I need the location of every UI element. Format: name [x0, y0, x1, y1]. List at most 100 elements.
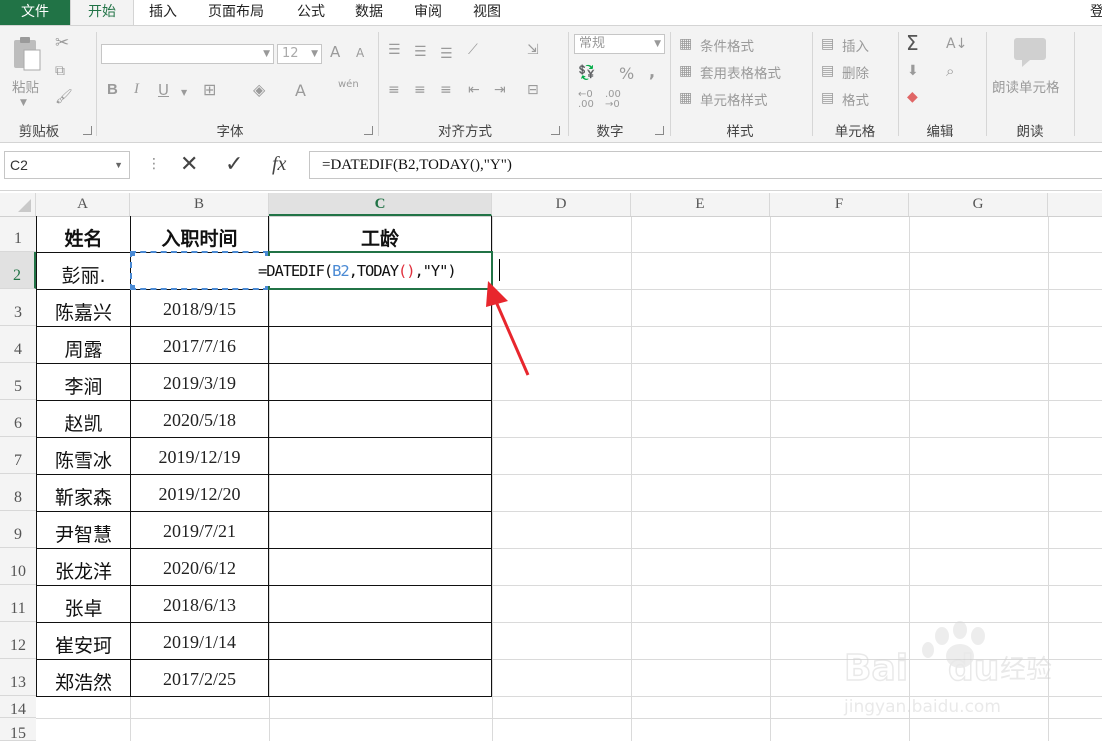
sort-filter-icon[interactable]: A↓: [946, 35, 967, 53]
referenced-cell-b2[interactable]: [130, 251, 269, 290]
comma-style-button[interactable]: ,: [649, 62, 655, 81]
name-cell[interactable]: 张龙洋: [37, 549, 130, 585]
column-header-d[interactable]: D: [492, 193, 631, 216]
tab-page-layout[interactable]: 页面布局: [204, 0, 268, 25]
name-cell[interactable]: 李涧: [37, 364, 130, 400]
cell-styles-button[interactable]: 单元格样式: [700, 89, 768, 109]
name-box[interactable]: C2 ▼: [4, 151, 130, 179]
align-bottom-icon[interactable]: ☰: [440, 45, 453, 63]
format-cells-button[interactable]: 格式: [842, 89, 869, 109]
increase-indent-icon[interactable]: ⇥: [494, 81, 506, 99]
underline-button[interactable]: U: [158, 81, 169, 99]
column-header-f[interactable]: F: [770, 193, 909, 216]
name-cell[interactable]: 赵凯: [37, 401, 130, 437]
row-header-14[interactable]: 14: [0, 696, 36, 718]
merge-center-icon[interactable]: ⊟: [527, 81, 539, 99]
tab-data[interactable]: 数据: [352, 0, 386, 25]
reference-handle[interactable]: [130, 251, 135, 256]
row-header-4[interactable]: 4: [0, 326, 36, 363]
align-center-icon[interactable]: ≡: [414, 81, 426, 99]
column-header-e[interactable]: E: [631, 193, 770, 216]
read-cells-button[interactable]: 朗读单元格: [992, 76, 1060, 96]
accounting-format-icon[interactable]: 💱: [578, 64, 595, 82]
orientation-icon[interactable]: ⟋: [468, 41, 478, 59]
tab-view[interactable]: 视图: [470, 0, 504, 25]
phonetic-guide-button[interactable]: wén: [338, 79, 359, 90]
clipboard-launcher-icon[interactable]: [83, 126, 92, 135]
row-header-3[interactable]: 3: [0, 289, 36, 326]
conditional-formatting-button[interactable]: 条件格式: [700, 35, 754, 55]
number-format-combo[interactable]: 常规 ▼: [574, 34, 665, 54]
formula-input[interactable]: =DATEDIF(B2,TODAY(),"Y"): [309, 151, 1102, 179]
cut-icon[interactable]: ✂: [55, 34, 69, 52]
confirm-entry-icon[interactable]: ✓: [225, 151, 249, 179]
name-cell[interactable]: 周露: [37, 327, 130, 363]
font-launcher-icon[interactable]: [364, 126, 373, 135]
paste-dropdown-icon[interactable]: ▼: [20, 94, 27, 112]
insert-function-button[interactable]: fx: [272, 151, 302, 179]
row-header-10[interactable]: 10: [0, 548, 36, 585]
paste-icon[interactable]: [10, 36, 42, 72]
date-cell[interactable]: 2017/2/25: [131, 660, 268, 696]
insert-cells-button[interactable]: 插入: [842, 35, 869, 55]
fill-icon[interactable]: ⬇: [907, 62, 919, 80]
date-cell[interactable]: 2019/3/19: [131, 364, 268, 400]
select-all-button[interactable]: [0, 193, 36, 216]
row-header-12[interactable]: 12: [0, 622, 36, 659]
cancel-entry-icon[interactable]: ✕: [180, 151, 204, 179]
find-select-icon[interactable]: ⌕: [946, 62, 954, 80]
decrease-indent-icon[interactable]: ⇤: [468, 81, 480, 99]
autosum-button[interactable]: Σ: [906, 31, 919, 55]
header-seniority-cell[interactable]: 工龄: [269, 217, 491, 252]
grow-font-button[interactable]: A: [330, 43, 340, 61]
borders-icon[interactable]: ⊞: [203, 81, 216, 99]
name-cell[interactable]: 郑浩然: [37, 660, 130, 696]
column-header-g[interactable]: G: [909, 193, 1048, 216]
copy-icon[interactable]: ⧉: [55, 62, 65, 80]
column-header-h[interactable]: [1048, 193, 1102, 216]
date-cell[interactable]: 2018/9/15: [131, 290, 268, 326]
row-header-7[interactable]: 7: [0, 437, 36, 474]
align-middle-icon[interactable]: ☰: [414, 43, 427, 61]
percent-style-button[interactable]: %: [619, 64, 634, 83]
shrink-font-button[interactable]: A: [356, 46, 364, 60]
name-cell[interactable]: 尹智慧: [37, 512, 130, 548]
italic-button[interactable]: I: [134, 81, 139, 98]
wrap-text-icon[interactable]: ⇲: [527, 41, 539, 59]
name-cell[interactable]: 陈嘉兴: [37, 290, 130, 326]
tab-file[interactable]: 文件: [0, 0, 70, 25]
row-header-6[interactable]: 6: [0, 400, 36, 437]
row-header-2[interactable]: 2: [0, 252, 36, 289]
tab-formulas[interactable]: 公式: [294, 0, 328, 25]
bold-button[interactable]: B: [107, 81, 118, 98]
date-cell[interactable]: 2019/12/19: [131, 438, 268, 474]
font-color-button[interactable]: A: [295, 81, 306, 100]
date-cell[interactable]: 2019/1/14: [131, 623, 268, 659]
tab-review[interactable]: 审阅: [411, 0, 445, 25]
tab-home[interactable]: 开始: [70, 0, 134, 25]
date-cell[interactable]: 2017/7/16: [131, 327, 268, 363]
decrease-decimal-icon[interactable]: .00 →0: [605, 90, 621, 110]
tab-insert[interactable]: 插入: [146, 0, 180, 25]
align-top-icon[interactable]: ☰: [388, 41, 401, 59]
fill-color-icon[interactable]: ◈: [253, 81, 265, 99]
column-header-c[interactable]: C: [269, 193, 492, 216]
in-cell-formula-editor[interactable]: =DATEDIF(B2,TODAY(),"Y"): [258, 256, 458, 286]
row-header-5[interactable]: 5: [0, 363, 36, 400]
format-as-table-button[interactable]: 套用表格格式: [700, 62, 781, 82]
underline-dropdown-icon[interactable]: ▼: [181, 84, 187, 102]
header-hire-date-cell[interactable]: 入职时间: [131, 217, 268, 252]
account-sign-in[interactable]: 登: [1090, 0, 1102, 25]
alignment-launcher-icon[interactable]: [551, 126, 560, 135]
date-cell[interactable]: 2020/6/12: [131, 549, 268, 585]
row-header-8[interactable]: 8: [0, 474, 36, 511]
row-header-13[interactable]: 13: [0, 659, 36, 696]
column-header-b[interactable]: B: [130, 193, 269, 216]
column-header-a[interactable]: A: [36, 193, 130, 216]
read-cells-icon[interactable]: [1012, 36, 1050, 68]
clear-icon[interactable]: ◆: [907, 88, 918, 106]
align-right-icon[interactable]: ≡: [440, 81, 452, 99]
align-left-icon[interactable]: ≡: [388, 81, 400, 99]
row-header-1[interactable]: 1: [0, 217, 36, 252]
name-cell[interactable]: 靳家森: [37, 475, 130, 511]
